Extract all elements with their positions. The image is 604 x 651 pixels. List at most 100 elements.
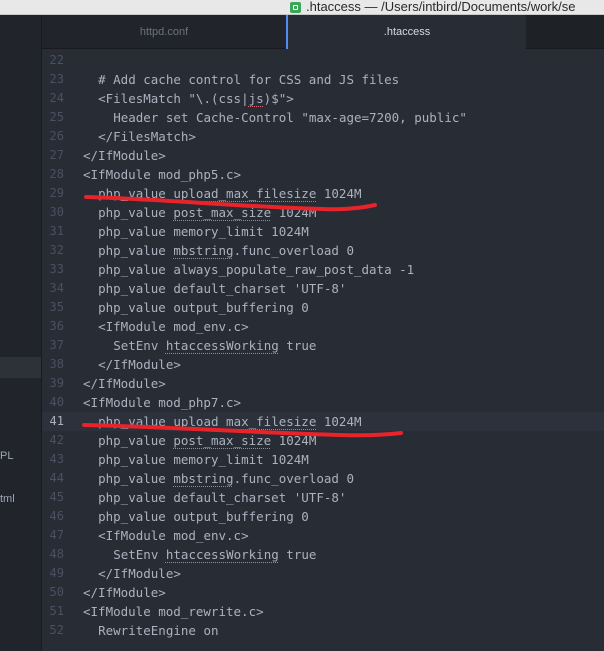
code-text[interactable]: </IfModule>: [83, 583, 166, 602]
code-text[interactable]: </IfModule>: [98, 355, 181, 374]
code-text[interactable]: SetEnv htaccessWorking true: [113, 336, 316, 355]
tree-selected-item[interactable]: [0, 357, 41, 378]
line-number: 24: [49, 91, 64, 105]
code-line[interactable]: 23 # Add cache control for CSS and JS fil…: [42, 70, 604, 89]
code-text[interactable]: <IfModule mod_php7.c>: [83, 393, 241, 412]
line-number: 39: [49, 376, 64, 390]
line-number: 47: [49, 528, 64, 542]
code-text[interactable]: <IfModule mod_php5.c>: [83, 165, 241, 184]
code-line[interactable]: 37 SetEnv htaccessWorking true: [42, 336, 604, 355]
code-editor[interactable]: 22 23 # Add cache control for CSS and JS f…: [42, 49, 604, 651]
code-line[interactable]: 40 <IfModule mod_php7.c>: [42, 393, 604, 412]
code-line[interactable]: 41 php_value upload_max_filesize 1024M: [42, 412, 604, 431]
line-number: 35: [49, 300, 64, 314]
code-line[interactable]: 28 <IfModule mod_php5.c>: [42, 165, 604, 184]
line-number: 43: [49, 452, 64, 466]
line-number: 40: [49, 395, 64, 409]
code-line[interactable]: 29 php_value upload_max_filesize 1024M: [42, 184, 604, 203]
title-wrap: .htaccess — /Users/intbird/Documents/wor…: [290, 0, 575, 14]
code-line[interactable]: 52 RewriteEngine on: [42, 621, 604, 640]
code-text[interactable]: php_value mbstring.func_overload 0: [98, 241, 354, 260]
code-line[interactable]: 27 </IfModule>: [42, 146, 604, 165]
code-line[interactable]: 51 <IfModule mod_rewrite.c>: [42, 602, 604, 621]
document-icon: [290, 1, 301, 13]
code-line[interactable]: 31 php_value memory_limit 1024M: [42, 222, 604, 241]
code-text[interactable]: <IfModule mod_env.c>: [98, 317, 249, 336]
line-number: 50: [49, 585, 64, 599]
line-number: 41: [49, 414, 64, 428]
code-text[interactable]: php_value memory_limit 1024M: [98, 222, 309, 241]
code-text[interactable]: SetEnv htaccessWorking true: [113, 545, 316, 564]
code-line[interactable]: 33 php_value always_populate_raw_post_dat…: [42, 260, 604, 279]
line-number: 51: [49, 604, 64, 618]
line-number: 42: [49, 433, 64, 447]
code-text[interactable]: php_value always_populate_raw_post_data …: [98, 260, 414, 279]
code-text[interactable]: php_value upload_max_filesize 1024M: [98, 412, 361, 431]
code-text[interactable]: php_value output_buffering 0: [98, 298, 309, 317]
line-number: 44: [49, 471, 64, 485]
tab-bar-empty: [526, 15, 604, 48]
code-line[interactable]: 42 php_value post_max_size 1024M: [42, 431, 604, 450]
code-line[interactable]: 44 php_value mbstring.func_overload 0: [42, 469, 604, 488]
line-number: 29: [49, 186, 64, 200]
line-number: 23: [49, 72, 64, 86]
code-line[interactable]: 24 <FilesMatch "\.(css|js)$">: [42, 89, 604, 108]
tab-bar: httpd.conf .htaccess: [42, 15, 604, 49]
line-number: 46: [49, 509, 64, 523]
code-line[interactable]: 46 php_value output_buffering 0: [42, 507, 604, 526]
tab-htaccess[interactable]: .htaccess: [286, 15, 526, 49]
code-line[interactable]: 25 Header set Cache-Control "max-age=7200…: [42, 108, 604, 127]
code-text[interactable]: php_value output_buffering 0: [98, 507, 309, 526]
tree-item-label[interactable]: PL: [0, 450, 13, 462]
code-text[interactable]: php_value upload_max_filesize 1024M: [98, 184, 361, 203]
code-text[interactable]: php_value default_charset 'UTF-8': [98, 279, 346, 298]
code-line[interactable]: 36 <IfModule mod_env.c>: [42, 317, 604, 336]
code-line[interactable]: 39 </IfModule>: [42, 374, 604, 393]
code-line[interactable]: 48 SetEnv htaccessWorking true: [42, 545, 604, 564]
code-line[interactable]: 47 <IfModule mod_env.c>: [42, 526, 604, 545]
code-line[interactable]: 26 </FilesMatch>: [42, 127, 604, 146]
line-number: 30: [49, 205, 64, 219]
code-line[interactable]: 50 </IfModule>: [42, 583, 604, 602]
line-number: 36: [49, 319, 64, 333]
line-number: 33: [49, 262, 64, 276]
code-text[interactable]: php_value default_charset 'UTF-8': [98, 488, 346, 507]
line-number: 52: [49, 623, 64, 637]
code-text[interactable]: <IfModule mod_rewrite.c>: [83, 602, 264, 621]
code-text[interactable]: Header set Cache-Control "max-age=7200, …: [113, 108, 467, 127]
code-text[interactable]: RewriteEngine on: [98, 621, 218, 640]
line-number: 38: [49, 357, 64, 371]
code-text[interactable]: <IfModule mod_env.c>: [98, 526, 249, 545]
line-number: 26: [49, 129, 64, 143]
code-text[interactable]: php_value mbstring.func_overload 0: [98, 469, 354, 488]
window-title: .htaccess — /Users/intbird/Documents/wor…: [306, 0, 576, 14]
code-text[interactable]: </IfModule>: [98, 564, 181, 583]
code-text[interactable]: php_value post_max_size 1024M: [98, 203, 316, 222]
editor-window: .htaccess — /Users/intbird/Documents/wor…: [0, 0, 604, 651]
line-number: 45: [49, 490, 64, 504]
code-text[interactable]: php_value memory_limit 1024M: [98, 450, 309, 469]
code-text[interactable]: </FilesMatch>: [98, 127, 196, 146]
line-number: 49: [49, 566, 64, 580]
tree-item-label[interactable]: tml: [0, 493, 15, 505]
code-line[interactable]: 38 </IfModule>: [42, 355, 604, 374]
code-line[interactable]: 49 </IfModule>: [42, 564, 604, 583]
code-line[interactable]: 32 php_value mbstring.func_overload 0: [42, 241, 604, 260]
line-number: 31: [49, 224, 64, 238]
code-text[interactable]: # Add cache control for CSS and JS files: [98, 70, 399, 89]
tree-view[interactable]: PL tml: [0, 15, 42, 651]
code-line[interactable]: 35 php_value output_buffering 0: [42, 298, 604, 317]
code-line[interactable]: 30 php_value post_max_size 1024M: [42, 203, 604, 222]
code-text[interactable]: </IfModule>: [83, 374, 166, 393]
code-line[interactable]: 34 php_value default_charset 'UTF-8': [42, 279, 604, 298]
code-line[interactable]: 22: [42, 51, 604, 70]
code-line[interactable]: 43 php_value memory_limit 1024M: [42, 450, 604, 469]
code-text[interactable]: </IfModule>: [83, 146, 166, 165]
code-line[interactable]: 45 php_value default_charset 'UTF-8': [42, 488, 604, 507]
code-text[interactable]: php_value post_max_size 1024M: [98, 431, 316, 450]
line-number: 27: [49, 148, 64, 162]
code-text[interactable]: <FilesMatch "\.(css|js)$">: [98, 89, 294, 108]
line-number: 22: [49, 53, 64, 67]
line-number: 34: [49, 281, 64, 295]
tab-httpd-conf[interactable]: httpd.conf: [42, 15, 286, 48]
